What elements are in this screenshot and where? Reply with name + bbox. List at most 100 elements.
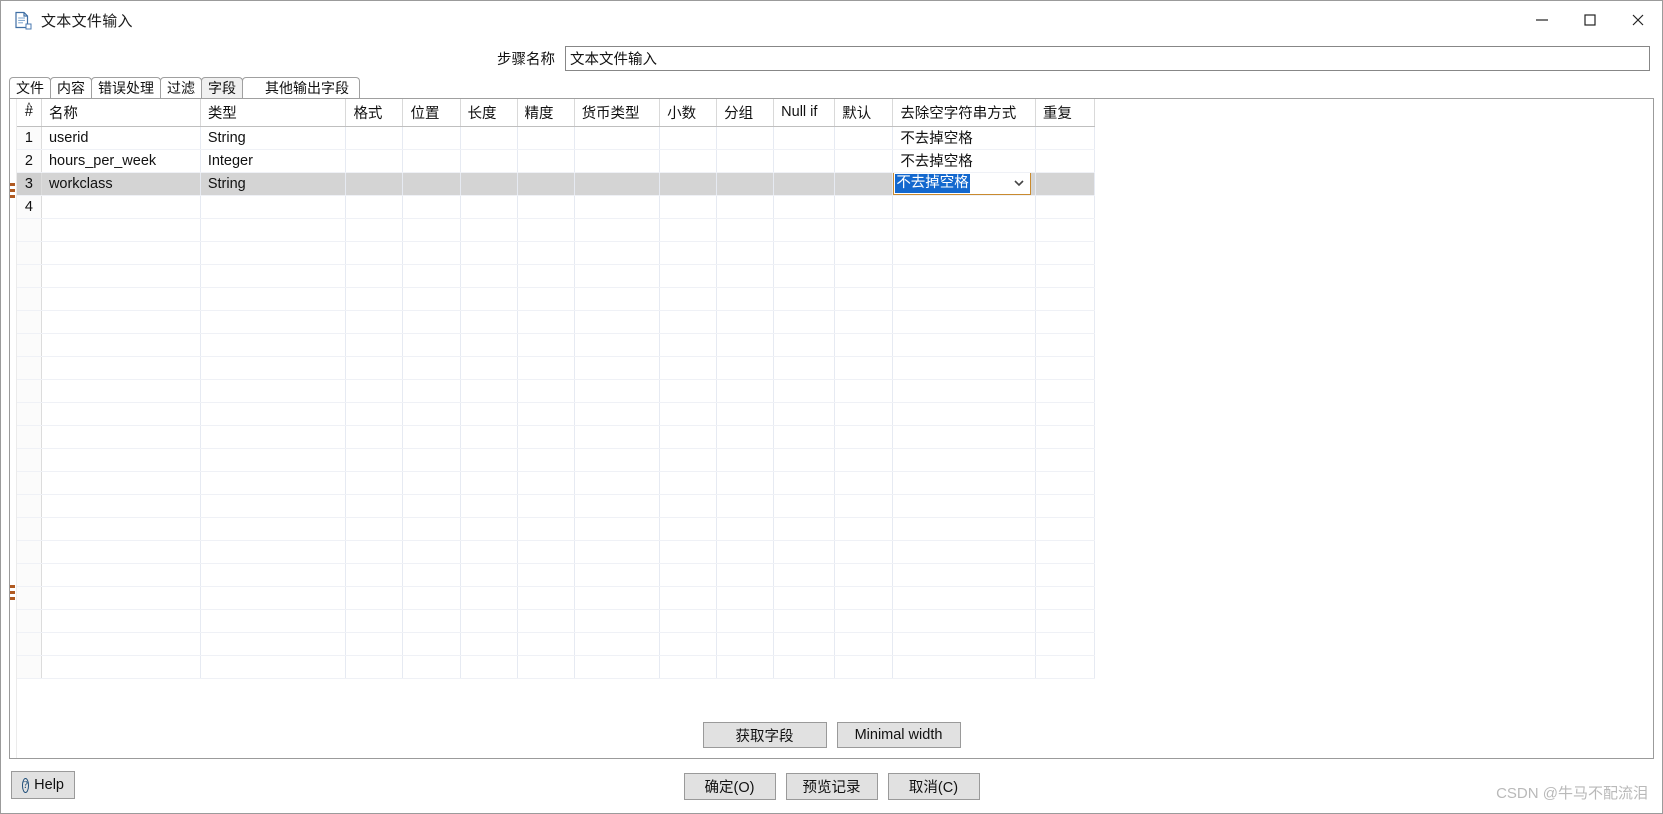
table-cell-length[interactable] <box>460 195 518 219</box>
table-cell-trim[interactable] <box>892 195 1036 219</box>
column-header-length[interactable]: 长度 <box>460 99 518 127</box>
table-cell-position[interactable] <box>402 149 461 173</box>
table-cell-repeat[interactable] <box>1035 195 1096 219</box>
table-cell-format[interactable] <box>345 195 404 219</box>
tab-file[interactable]: 文件 <box>9 77 51 98</box>
table-cell-precision[interactable] <box>517 126 575 150</box>
column-header-currency[interactable]: 货币类型 <box>574 99 661 127</box>
table-row-empty[interactable] <box>17 586 1096 610</box>
table-cell-group[interactable] <box>716 126 775 150</box>
column-header-trim-type[interactable]: 去除空字符串方式 <box>892 99 1036 127</box>
table-cell-currency[interactable] <box>574 126 661 150</box>
column-header-precision[interactable]: 精度 <box>517 99 575 127</box>
table-row-empty[interactable] <box>17 310 1096 334</box>
ok-button[interactable]: 确定(O) <box>683 772 776 800</box>
table-cell-default[interactable] <box>834 195 894 219</box>
table-cell-name[interactable]: workclass <box>41 172 201 196</box>
table-row-empty[interactable] <box>17 655 1096 679</box>
fields-table-scroll[interactable]: ˄ # 名称 类型 格式 位置 长度 精度 货币类型 小数 分组 Null if <box>17 99 1653 712</box>
help-button[interactable]: ? Help <box>11 771 75 799</box>
table-row-empty[interactable] <box>17 540 1096 564</box>
table-row-empty[interactable] <box>17 264 1096 288</box>
table-cell-type[interactable]: Integer <box>200 149 347 173</box>
table-row-empty[interactable] <box>17 494 1096 518</box>
table-cell-nullif[interactable] <box>773 195 836 219</box>
table-cell-currency[interactable] <box>574 172 661 196</box>
maximize-icon[interactable] <box>1566 1 1614 39</box>
trim-type-cell[interactable]: 不去掉空格 <box>892 172 1036 196</box>
table-cell-position[interactable] <box>402 172 461 196</box>
column-header-format[interactable]: 格式 <box>345 99 404 127</box>
table-cell-precision[interactable] <box>517 195 575 219</box>
table-cell-repeat[interactable] <box>1035 149 1096 173</box>
table-row-empty[interactable] <box>17 379 1096 403</box>
table-cell-length[interactable] <box>460 149 518 173</box>
column-header-type[interactable]: 类型 <box>200 99 347 127</box>
table-cell-name[interactable]: userid <box>41 126 201 150</box>
preview-records-button[interactable]: 预览记录 <box>785 772 878 800</box>
column-header-name[interactable]: 名称 <box>41 99 201 127</box>
table-cell-trim[interactable]: 不去掉空格 <box>892 149 1036 173</box>
vertical-scrollbar[interactable] <box>10 99 17 758</box>
table-cell-trim[interactable]: 不去掉空格 <box>892 126 1036 150</box>
table-cell-name[interactable]: hours_per_week <box>41 149 201 173</box>
table-cell-nullif[interactable] <box>773 126 836 150</box>
table-cell-length[interactable] <box>460 126 518 150</box>
table-row-empty[interactable] <box>17 287 1096 311</box>
chevron-down-icon[interactable] <box>1008 172 1031 194</box>
table-cell-currency[interactable] <box>574 195 661 219</box>
table-cell-format[interactable] <box>345 126 404 150</box>
table-row-empty[interactable] <box>17 402 1096 426</box>
get-fields-button[interactable]: 获取字段 <box>702 722 827 748</box>
column-header-null-if[interactable]: Null if <box>773 99 836 127</box>
column-header-group[interactable]: 分组 <box>716 99 775 127</box>
minimal-width-button[interactable]: Minimal width <box>836 722 961 748</box>
table-row-empty[interactable] <box>17 241 1096 265</box>
table-cell-type[interactable]: String <box>200 126 347 150</box>
table-cell-nullif[interactable] <box>773 172 836 196</box>
tab-fields[interactable]: 字段 <box>201 77 243 98</box>
tab-error-handling[interactable]: 错误处理 <box>91 77 161 98</box>
table-cell-default[interactable] <box>834 149 894 173</box>
table-cell-position[interactable] <box>402 195 461 219</box>
table-row-empty[interactable] <box>17 425 1096 449</box>
table-cell-type[interactable]: String <box>200 172 347 196</box>
table-row-empty[interactable] <box>17 517 1096 541</box>
table-row-empty[interactable] <box>17 356 1096 380</box>
table-cell-repeat[interactable] <box>1035 172 1096 196</box>
column-header-default[interactable]: 默认 <box>834 99 894 127</box>
table-cell-decimal[interactable] <box>659 195 718 219</box>
close-icon[interactable] <box>1614 1 1662 39</box>
table-cell-default[interactable] <box>834 172 894 196</box>
table-cell-length[interactable] <box>460 172 518 196</box>
table-cell-format[interactable] <box>345 172 404 196</box>
table-row[interactable]: 3 workclass String 不去掉空格 <box>17 172 1096 196</box>
table-row-empty[interactable] <box>17 448 1096 472</box>
table-row-empty[interactable] <box>17 609 1096 633</box>
column-header-number[interactable]: ˄ # <box>17 99 42 127</box>
table-cell-name[interactable] <box>41 195 201 219</box>
table-row-empty[interactable] <box>17 563 1096 587</box>
table-cell-decimal[interactable] <box>659 149 718 173</box>
table-cell-nullif[interactable] <box>773 149 836 173</box>
table-cell-precision[interactable] <box>517 172 575 196</box>
table-cell-precision[interactable] <box>517 149 575 173</box>
trim-type-combobox[interactable]: 不去掉空格 <box>893 172 1032 194</box>
column-header-repeat[interactable]: 重复 <box>1035 99 1096 127</box>
table-row-empty[interactable] <box>17 333 1096 357</box>
table-cell-type[interactable] <box>200 195 347 219</box>
table-row[interactable]: 4 <box>17 195 1096 219</box>
table-cell-repeat[interactable] <box>1035 126 1096 150</box>
table-cell-decimal[interactable] <box>659 126 718 150</box>
table-row-empty[interactable] <box>17 471 1096 495</box>
cancel-button[interactable]: 取消(C) <box>887 772 980 800</box>
table-row-empty[interactable] <box>17 632 1096 656</box>
table-cell-group[interactable] <box>716 172 775 196</box>
tab-additional-output-fields[interactable]: 其他输出字段 <box>242 77 360 98</box>
table-cell-format[interactable] <box>345 149 404 173</box>
column-header-decimal[interactable]: 小数 <box>659 99 718 127</box>
table-cell-group[interactable] <box>716 195 775 219</box>
column-header-position[interactable]: 位置 <box>402 99 461 127</box>
table-cell-default[interactable] <box>834 126 894 150</box>
step-name-input[interactable] <box>565 45 1650 71</box>
